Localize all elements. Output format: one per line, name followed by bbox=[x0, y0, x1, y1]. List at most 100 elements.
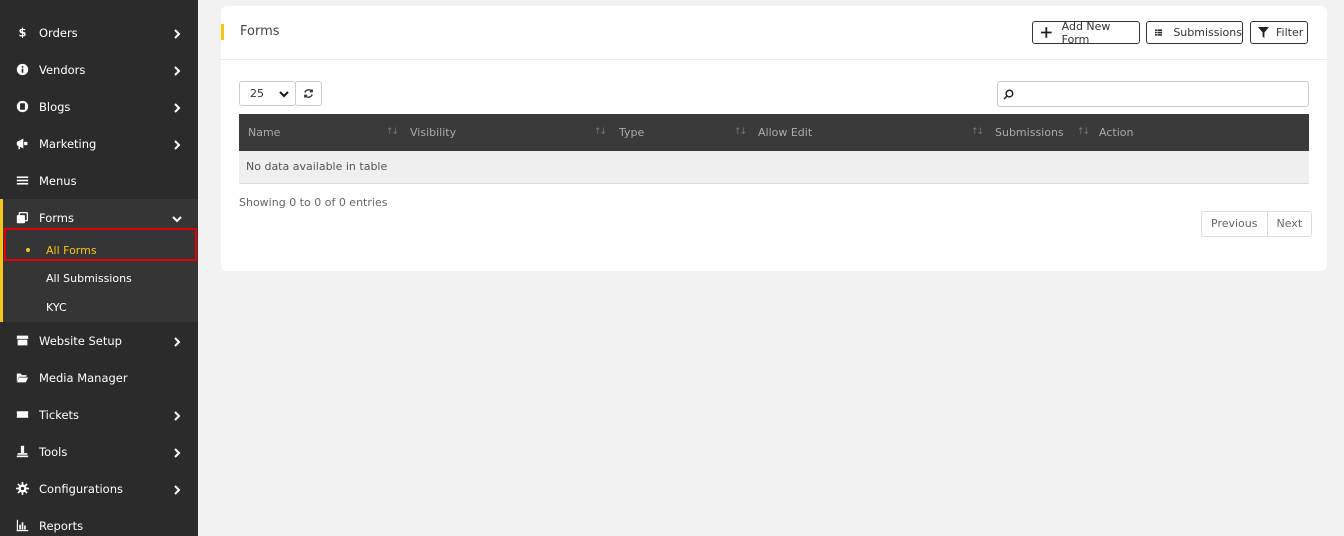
active-dot bbox=[26, 248, 30, 252]
previous-page-button[interactable]: Previous bbox=[1202, 212, 1267, 236]
search-input[interactable] bbox=[1018, 88, 1298, 100]
sidebar-item-label: Website Setup bbox=[39, 333, 122, 348]
pagination: Previous Next bbox=[1201, 211, 1313, 237]
sort-icon: ↑↓ bbox=[971, 127, 984, 137]
table-search[interactable] bbox=[997, 81, 1309, 107]
sidebar-item-tickets[interactable]: Tickets bbox=[0, 396, 198, 433]
storefront-icon bbox=[15, 334, 29, 348]
sidebar-item-label: Orders bbox=[39, 25, 78, 40]
plus-icon bbox=[1041, 27, 1052, 38]
list-icon bbox=[1155, 29, 1163, 36]
sidebar-subitem-label: All Submissions bbox=[46, 271, 132, 285]
add-new-form-label: Add New Form bbox=[1061, 19, 1111, 46]
chevron-right-icon bbox=[172, 484, 182, 495]
blog-icon bbox=[15, 100, 29, 114]
dollar-icon: $ bbox=[15, 26, 29, 40]
sidebar-item-label: Marketing bbox=[39, 136, 97, 151]
sort-icon: ↑↓ bbox=[1077, 127, 1090, 137]
page-length-value: 25 bbox=[250, 87, 264, 100]
sidebar-item-label: Tickets bbox=[39, 407, 80, 422]
forms-card: Forms Add New Form Submissions Filter 25… bbox=[221, 6, 1327, 271]
chevron-down-icon bbox=[172, 213, 182, 223]
megaphone-icon bbox=[15, 137, 29, 151]
chevron-right-icon bbox=[172, 447, 182, 458]
column-header-action: Action bbox=[1099, 114, 1179, 151]
add-new-form-button[interactable]: Add New Form bbox=[1032, 19, 1140, 46]
sidebar-item-label: Reports bbox=[39, 518, 84, 533]
column-header-allow-edit[interactable]: Allow Edit ↑↓ bbox=[758, 114, 988, 151]
empty-message: No data available in table bbox=[246, 160, 388, 173]
sidebar-group-forms: Forms All Forms All Submissions KYC bbox=[0, 199, 198, 322]
column-header-name[interactable]: Name ↑↓ bbox=[248, 114, 399, 151]
menu-lines-icon bbox=[15, 174, 29, 188]
submissions-button[interactable]: Submissions bbox=[1146, 21, 1243, 44]
sidebar: $ Orders Vendors Blogs Marketing Menus F… bbox=[0, 0, 198, 536]
chevron-right-icon bbox=[172, 139, 182, 150]
column-header-label: Visibility bbox=[410, 126, 457, 139]
sidebar-item-forms[interactable]: Forms bbox=[3, 199, 198, 236]
column-header-label: Submissions bbox=[995, 126, 1064, 139]
sidebar-subitem-all-submissions[interactable]: All Submissions bbox=[3, 264, 198, 292]
page-title: Forms bbox=[221, 24, 280, 40]
chevron-right-icon bbox=[172, 102, 182, 113]
filter-icon bbox=[1258, 27, 1269, 38]
sidebar-item-menus[interactable]: Menus bbox=[0, 162, 198, 199]
sidebar-item-label: Blogs bbox=[39, 99, 71, 114]
card-header: Forms Add New Form Submissions Filter bbox=[221, 6, 1327, 60]
sidebar-item-label: Tools bbox=[39, 444, 68, 459]
sidebar-item-tools[interactable]: Tools bbox=[0, 433, 198, 470]
sidebar-item-website-setup[interactable]: Website Setup bbox=[0, 322, 198, 359]
submissions-label: Submissions bbox=[1173, 26, 1242, 39]
sidebar-item-vendors[interactable]: Vendors bbox=[0, 51, 198, 88]
sidebar-item-label: Media Manager bbox=[39, 370, 128, 385]
svg-text:$: $ bbox=[18, 26, 26, 39]
sidebar-item-media-manager[interactable]: Media Manager bbox=[0, 359, 198, 396]
sidebar-item-blogs[interactable]: Blogs bbox=[0, 88, 198, 125]
sidebar-item-configurations[interactable]: Configurations bbox=[0, 470, 198, 507]
table-info: Showing 0 to 0 of 0 entries bbox=[239, 196, 388, 209]
next-page-button[interactable]: Next bbox=[1266, 212, 1312, 236]
refresh-icon bbox=[304, 89, 313, 98]
column-header-label: Action bbox=[1099, 126, 1134, 139]
sort-icon: ↑↓ bbox=[734, 127, 747, 137]
table-header: Name ↑↓ Visibility ↑↓ Type ↑↓ Allow Edit… bbox=[239, 114, 1309, 151]
sidebar-subitem-label: All Forms bbox=[46, 243, 97, 257]
page-length-select[interactable]: 25 bbox=[239, 81, 296, 106]
sort-icon: ↑↓ bbox=[386, 127, 399, 137]
gear-icon bbox=[15, 482, 29, 496]
tools-icon bbox=[15, 445, 29, 459]
chevron-right-icon bbox=[172, 28, 182, 39]
column-header-label: Type bbox=[619, 126, 645, 139]
sidebar-item-label: Forms bbox=[39, 210, 74, 225]
sidebar-item-label: Menus bbox=[39, 173, 77, 188]
sidebar-item-marketing[interactable]: Marketing bbox=[0, 125, 198, 162]
sidebar-subitem-kyc[interactable]: KYC bbox=[3, 292, 198, 322]
sort-icon: ↑↓ bbox=[594, 127, 607, 137]
sidebar-subitem-label: KYC bbox=[46, 300, 67, 314]
chevron-right-icon bbox=[172, 336, 182, 347]
column-header-submissions[interactable]: Submissions ↑↓ bbox=[995, 114, 1095, 151]
chevron-down-icon bbox=[279, 91, 289, 98]
info-icon bbox=[15, 63, 29, 77]
folder-open-icon bbox=[15, 371, 29, 385]
forms-table: Name ↑↓ Visibility ↑↓ Type ↑↓ Allow Edit… bbox=[239, 114, 1309, 184]
ticket-icon bbox=[15, 408, 29, 422]
chevron-right-icon bbox=[172, 410, 182, 421]
column-header-label: Allow Edit bbox=[758, 126, 813, 139]
search-icon bbox=[1003, 89, 1014, 100]
sidebar-item-reports[interactable]: Reports bbox=[0, 507, 198, 536]
filter-label: Filter bbox=[1276, 26, 1304, 39]
column-header-type[interactable]: Type ↑↓ bbox=[619, 114, 749, 151]
refresh-button[interactable] bbox=[295, 81, 322, 106]
chevron-right-icon bbox=[172, 65, 182, 76]
column-header-label: Name bbox=[248, 126, 281, 139]
filter-button[interactable]: Filter bbox=[1250, 21, 1308, 44]
sidebar-subitem-all-forms[interactable]: All Forms bbox=[3, 236, 198, 264]
sidebar-item-label: Configurations bbox=[39, 481, 123, 496]
table-empty-row: No data available in table bbox=[239, 151, 1309, 184]
sidebar-item-orders[interactable]: $ Orders bbox=[0, 14, 198, 51]
sidebar-item-label: Vendors bbox=[39, 62, 86, 77]
bar-chart-icon bbox=[15, 519, 29, 533]
column-header-visibility[interactable]: Visibility ↑↓ bbox=[410, 114, 610, 151]
forms-icon bbox=[15, 211, 29, 225]
